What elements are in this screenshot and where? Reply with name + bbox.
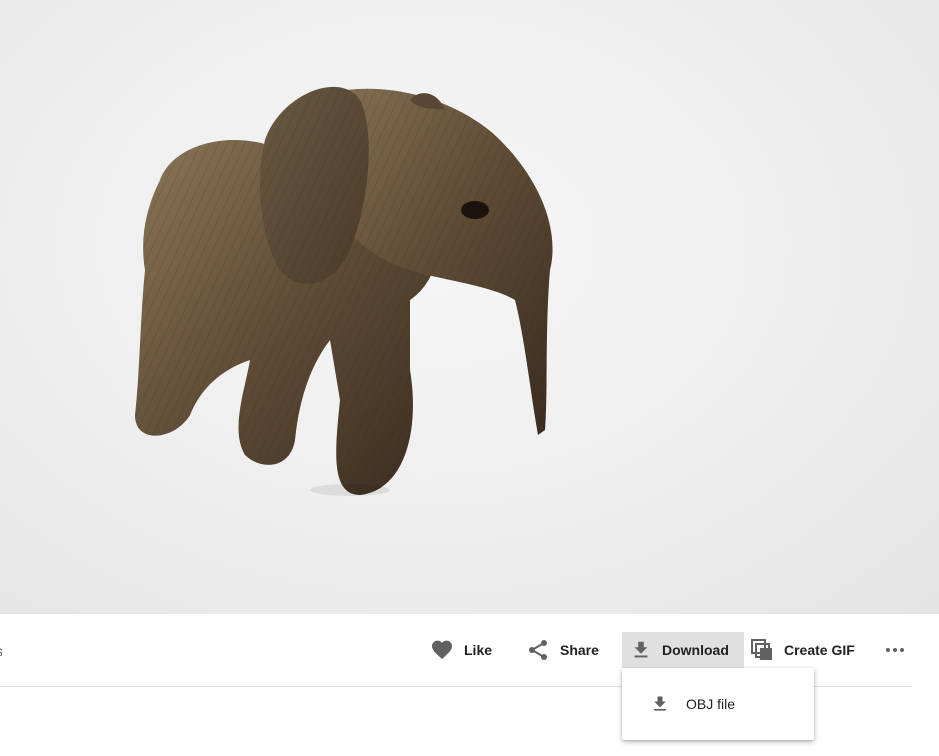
- more-options-button[interactable]: [882, 632, 908, 668]
- menu-item-label: OBJ file: [686, 696, 736, 712]
- download-menu: OBJ file: [622, 668, 814, 740]
- gif-stack-icon: [751, 639, 772, 660]
- share-label: Share: [560, 642, 599, 658]
- elephant-model[interactable]: [120, 70, 570, 510]
- create-gif-button[interactable]: Create GIF: [750, 632, 855, 668]
- create-gif-label: Create GIF: [784, 642, 855, 658]
- download-menu-item-obj[interactable]: OBJ file: [622, 686, 814, 722]
- truncated-label: s: [0, 643, 2, 659]
- like-button[interactable]: Like: [430, 632, 492, 668]
- download-label: Download: [662, 642, 729, 658]
- share-icon: [529, 640, 547, 660]
- share-button[interactable]: Share: [526, 632, 599, 668]
- heart-icon: [432, 640, 452, 659]
- download-button[interactable]: Download: [622, 632, 744, 668]
- download-icon: [634, 641, 648, 658]
- more-horiz-icon: [886, 648, 904, 652]
- like-label: Like: [464, 642, 493, 658]
- download-icon: [654, 696, 666, 711]
- model-viewer[interactable]: [0, 0, 939, 614]
